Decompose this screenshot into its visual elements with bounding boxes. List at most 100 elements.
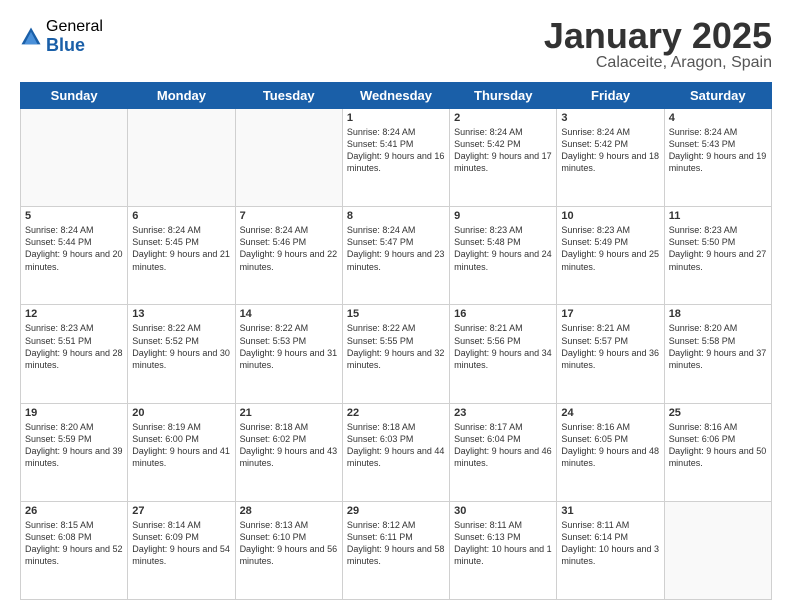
calendar-header-row: Sunday Monday Tuesday Wednesday Thursday… (21, 83, 772, 109)
cell-info: Sunrise: 8:12 AMSunset: 6:11 PMDaylight:… (347, 519, 445, 568)
cell-info: Sunrise: 8:24 AMSunset: 5:47 PMDaylight:… (347, 224, 445, 273)
cell-info: Sunrise: 8:20 AMSunset: 5:58 PMDaylight:… (669, 322, 767, 371)
day-number: 11 (669, 210, 767, 222)
calendar-cell: 26Sunrise: 8:15 AMSunset: 6:08 PMDayligh… (21, 501, 128, 599)
logo-blue: Blue (46, 36, 103, 56)
calendar-cell: 22Sunrise: 8:18 AMSunset: 6:03 PMDayligh… (342, 403, 449, 501)
calendar-cell (664, 501, 771, 599)
day-number: 24 (561, 407, 659, 419)
calendar-cell: 20Sunrise: 8:19 AMSunset: 6:00 PMDayligh… (128, 403, 235, 501)
cell-info: Sunrise: 8:21 AMSunset: 5:57 PMDaylight:… (561, 322, 659, 371)
day-number: 10 (561, 210, 659, 222)
day-number: 12 (25, 308, 123, 320)
calendar-cell: 11 Sunrise: 8:23 AMSunset: 5:50 PMDayligh… (664, 207, 771, 305)
calendar-cell: 2Sunrise: 8:24 AMSunset: 5:42 PMDaylight… (450, 109, 557, 207)
cell-info: Sunrise: 8:23 AMSunset: 5:49 PMDaylight:… (561, 224, 659, 273)
cell-info: Sunrise: 8:15 AMSunset: 6:08 PMDaylight:… (25, 519, 123, 568)
day-number: 18 (669, 308, 767, 320)
cell-info: Sunrise: 8:24 AMSunset: 5:41 PMDaylight:… (347, 126, 445, 175)
calendar-cell (235, 109, 342, 207)
calendar-cell: 7Sunrise: 8:24 AMSunset: 5:46 PMDaylight… (235, 207, 342, 305)
day-number: 31 (561, 505, 659, 517)
calendar-cell: 5 Sunrise: 8:24 AMSunset: 5:44 PMDaylight… (21, 207, 128, 305)
day-number: 5 (25, 210, 123, 222)
cell-info: Sunrise: 8:21 AMSunset: 5:56 PMDaylight:… (454, 322, 552, 371)
col-wednesday: Wednesday (342, 83, 449, 109)
calendar-week-4: 19 Sunrise: 8:20 AMSunset: 5:59 PMDayligh… (21, 403, 772, 501)
day-number: 21 (240, 407, 338, 419)
col-thursday: Thursday (450, 83, 557, 109)
cell-info: Sunrise: 8:16 AMSunset: 6:06 PMDaylight:… (669, 421, 767, 470)
calendar-cell: 3 Sunrise: 8:24 AMSunset: 5:42 PMDaylight… (557, 109, 664, 207)
cell-info: Sunrise: 8:22 AMSunset: 5:53 PMDaylight:… (240, 322, 338, 371)
calendar-cell: 13 Sunrise: 8:22 AMSunset: 5:52 PMDayligh… (128, 305, 235, 403)
logo-icon (20, 26, 42, 48)
cell-info: Sunrise: 8:20 AMSunset: 5:59 PMDaylight:… (25, 421, 123, 470)
cell-info: Sunrise: 8:22 AMSunset: 5:52 PMDaylight:… (132, 322, 230, 371)
calendar-cell: 19 Sunrise: 8:20 AMSunset: 5:59 PMDayligh… (21, 403, 128, 501)
cell-info: Sunrise: 8:13 AMSunset: 6:10 PMDaylight:… (240, 519, 338, 568)
day-number: 2 (454, 112, 552, 124)
calendar-cell: 25 Sunrise: 8:16 AMSunset: 6:06 PMDayligh… (664, 403, 771, 501)
day-number: 19 (25, 407, 123, 419)
calendar-cell: 29 Sunrise: 8:12 AMSunset: 6:11 PMDayligh… (342, 501, 449, 599)
calendar-cell: 27 Sunrise: 8:14 AMSunset: 6:09 PMDayligh… (128, 501, 235, 599)
day-number: 16 (454, 308, 552, 320)
calendar-week-3: 12 Sunrise: 8:23 AMSunset: 5:51 PMDayligh… (21, 305, 772, 403)
calendar-cell: 16 Sunrise: 8:21 AMSunset: 5:56 PMDayligh… (450, 305, 557, 403)
day-number: 4 (669, 112, 767, 124)
col-friday: Friday (557, 83, 664, 109)
calendar-title: January 2025 (544, 18, 772, 54)
day-number: 17 (561, 308, 659, 320)
logo-general: General (46, 18, 103, 36)
cell-info: Sunrise: 8:24 AMSunset: 5:45 PMDaylight:… (132, 224, 230, 273)
calendar-cell: 12 Sunrise: 8:23 AMSunset: 5:51 PMDayligh… (21, 305, 128, 403)
logo-text: General Blue (46, 18, 103, 55)
calendar-cell: 15Sunrise: 8:22 AMSunset: 5:55 PMDayligh… (342, 305, 449, 403)
calendar-cell: 10 Sunrise: 8:23 AMSunset: 5:49 PMDayligh… (557, 207, 664, 305)
day-number: 20 (132, 407, 230, 419)
calendar-cell: 17 Sunrise: 8:21 AMSunset: 5:57 PMDayligh… (557, 305, 664, 403)
cell-info: Sunrise: 8:23 AMSunset: 5:51 PMDaylight:… (25, 322, 123, 371)
calendar-subtitle: Calaceite, Aragon, Spain (544, 54, 772, 72)
calendar-cell: 30 Sunrise: 8:11 AMSunset: 6:13 PMDayligh… (450, 501, 557, 599)
cell-info: Sunrise: 8:11 AMSunset: 6:13 PMDaylight:… (454, 519, 552, 568)
day-number: 29 (347, 505, 445, 517)
day-number: 25 (669, 407, 767, 419)
day-number: 14 (240, 308, 338, 320)
cell-info: Sunrise: 8:11 AMSunset: 6:14 PMDaylight:… (561, 519, 659, 568)
header: General Blue January 2025 Calaceite, Ara… (20, 18, 772, 72)
calendar-cell: 28 Sunrise: 8:13 AMSunset: 6:10 PMDayligh… (235, 501, 342, 599)
page: General Blue January 2025 Calaceite, Ara… (0, 0, 792, 612)
cell-info: Sunrise: 8:23 AMSunset: 5:50 PMDaylight:… (669, 224, 767, 273)
day-number: 3 (561, 112, 659, 124)
calendar-week-1: 1Sunrise: 8:24 AMSunset: 5:41 PMDaylight… (21, 109, 772, 207)
calendar-cell: 9Sunrise: 8:23 AMSunset: 5:48 PMDaylight… (450, 207, 557, 305)
cell-info: Sunrise: 8:24 AMSunset: 5:44 PMDaylight:… (25, 224, 123, 273)
calendar-cell: 1Sunrise: 8:24 AMSunset: 5:41 PMDaylight… (342, 109, 449, 207)
day-number: 13 (132, 308, 230, 320)
calendar-cell: 8 Sunrise: 8:24 AMSunset: 5:47 PMDaylight… (342, 207, 449, 305)
calendar-cell: 24 Sunrise: 8:16 AMSunset: 6:05 PMDayligh… (557, 403, 664, 501)
calendar-cell: 21 Sunrise: 8:18 AMSunset: 6:02 PMDayligh… (235, 403, 342, 501)
calendar-cell: 4Sunrise: 8:24 AMSunset: 5:43 PMDaylight… (664, 109, 771, 207)
day-number: 8 (347, 210, 445, 222)
calendar-week-5: 26Sunrise: 8:15 AMSunset: 6:08 PMDayligh… (21, 501, 772, 599)
calendar-cell: 14 Sunrise: 8:22 AMSunset: 5:53 PMDayligh… (235, 305, 342, 403)
cell-info: Sunrise: 8:17 AMSunset: 6:04 PMDaylight:… (454, 421, 552, 470)
calendar-table: Sunday Monday Tuesday Wednesday Thursday… (20, 82, 772, 600)
logo: General Blue (20, 18, 103, 55)
day-number: 30 (454, 505, 552, 517)
cell-info: Sunrise: 8:24 AMSunset: 5:46 PMDaylight:… (240, 224, 338, 273)
day-number: 27 (132, 505, 230, 517)
cell-info: Sunrise: 8:24 AMSunset: 5:42 PMDaylight:… (561, 126, 659, 175)
day-number: 9 (454, 210, 552, 222)
day-number: 28 (240, 505, 338, 517)
cell-info: Sunrise: 8:14 AMSunset: 6:09 PMDaylight:… (132, 519, 230, 568)
calendar-week-2: 5 Sunrise: 8:24 AMSunset: 5:44 PMDaylight… (21, 207, 772, 305)
cell-info: Sunrise: 8:18 AMSunset: 6:02 PMDaylight:… (240, 421, 338, 470)
day-number: 6 (132, 210, 230, 222)
calendar-cell (21, 109, 128, 207)
cell-info: Sunrise: 8:16 AMSunset: 6:05 PMDaylight:… (561, 421, 659, 470)
col-saturday: Saturday (664, 83, 771, 109)
